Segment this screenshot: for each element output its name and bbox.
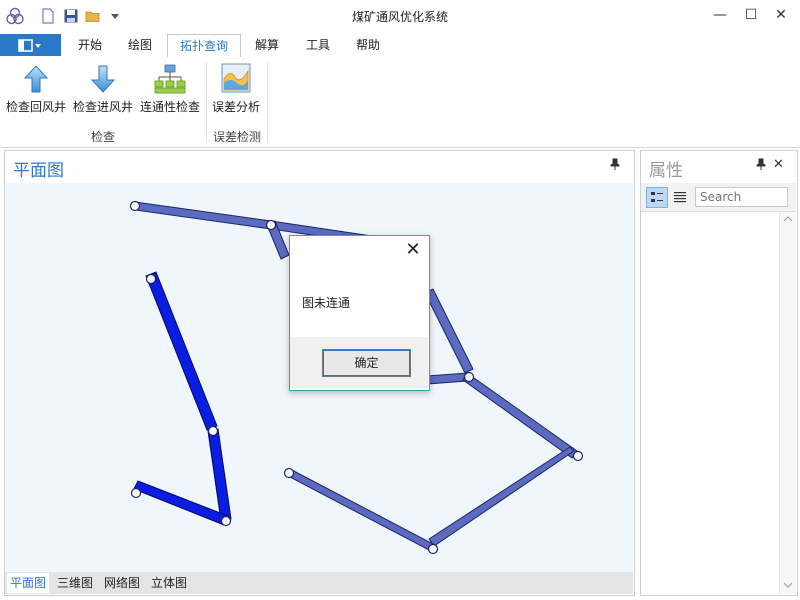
tab-start[interactable]: 开始 bbox=[68, 34, 112, 56]
pin-icon[interactable] bbox=[610, 158, 620, 173]
airway-node bbox=[207, 425, 219, 437]
group-label-check: 检查 bbox=[90, 130, 115, 144]
ok-button[interactable]: 确定 bbox=[322, 349, 411, 377]
airway-edge bbox=[424, 288, 474, 374]
properties-close-icon[interactable]: ✕ bbox=[773, 157, 784, 172]
dialog-message: 图未连通 bbox=[302, 296, 351, 310]
properties-pin-icon[interactable] bbox=[756, 158, 766, 173]
airway-node bbox=[265, 219, 277, 231]
airway-edge bbox=[462, 372, 578, 459]
arrow-up-icon bbox=[23, 65, 49, 93]
ribbon-group-divider bbox=[206, 62, 207, 142]
airway-edge bbox=[285, 468, 436, 552]
dialog-close-button[interactable]: ✕ bbox=[403, 240, 423, 260]
list-icon bbox=[674, 192, 686, 203]
plan-view-title: 平面图 bbox=[13, 161, 64, 181]
ribbon-group-divider bbox=[267, 62, 268, 142]
check-return-shaft-button[interactable]: 检查回风井 bbox=[4, 62, 68, 117]
arrow-down-icon bbox=[90, 65, 116, 93]
connectivity-check-button[interactable]: 连通性检查 bbox=[138, 62, 202, 117]
properties-title: 属性 bbox=[649, 161, 683, 181]
highlighted-airway-edge bbox=[207, 428, 232, 522]
property-search-input[interactable] bbox=[695, 187, 788, 207]
airway-node bbox=[572, 450, 584, 462]
scroll-up-icon bbox=[784, 216, 792, 222]
tab-help[interactable]: 帮助 bbox=[346, 34, 390, 56]
pin-glyph-icon bbox=[610, 158, 620, 170]
tab-topology-query[interactable]: 拓扑查询 bbox=[167, 34, 241, 58]
airway-node bbox=[130, 487, 142, 499]
airway-node bbox=[283, 467, 295, 479]
airway-node bbox=[145, 273, 157, 285]
properties-panel bbox=[640, 150, 798, 596]
error-analysis-button[interactable]: 误差分析 bbox=[209, 62, 263, 117]
categorized-icon bbox=[651, 192, 663, 202]
error-analysis-label: 误差分析 bbox=[211, 100, 260, 114]
minimize-button[interactable]: — bbox=[706, 4, 734, 26]
check-intake-shaft-label: 检查进风井 bbox=[72, 100, 133, 114]
close-button[interactable]: ✕ bbox=[767, 4, 795, 26]
tab-network-view[interactable]: 网络图 bbox=[104, 573, 140, 593]
tab-solid-view[interactable]: 立体图 bbox=[151, 573, 187, 593]
connectivity-check-label: 连通性检查 bbox=[139, 100, 200, 114]
view-tab-bar bbox=[5, 572, 633, 594]
airway-node bbox=[463, 371, 475, 383]
alphabetical-view-button[interactable] bbox=[671, 187, 691, 208]
airway-node bbox=[129, 200, 141, 212]
area-chart-icon bbox=[221, 63, 251, 93]
categorized-view-button[interactable] bbox=[646, 187, 668, 208]
scroll-down-icon bbox=[784, 582, 792, 588]
highlighted-airway-edge bbox=[133, 480, 229, 526]
properties-scrollbar[interactable] bbox=[779, 212, 796, 593]
airway-edge bbox=[134, 201, 272, 230]
network-tree-icon bbox=[154, 64, 186, 94]
window-title: 煤矿通风优化系统 bbox=[351, 10, 448, 24]
tab-3d-view[interactable]: 三维图 bbox=[57, 573, 93, 593]
file-menu-button[interactable] bbox=[0, 34, 61, 56]
maximize-button[interactable]: ☐ bbox=[737, 4, 765, 26]
pin-glyph-icon bbox=[756, 158, 766, 170]
group-label-error-detection: 误差检测 bbox=[212, 130, 261, 144]
airway-node bbox=[220, 515, 232, 527]
menu-icon bbox=[18, 39, 41, 52]
check-intake-shaft-button[interactable]: 检查进风井 bbox=[71, 62, 135, 117]
check-return-shaft-label: 检查回风井 bbox=[5, 100, 66, 114]
tab-solve[interactable]: 解算 bbox=[245, 34, 289, 56]
highlighted-airway-edge bbox=[145, 271, 218, 431]
tab-tools[interactable]: 工具 bbox=[296, 34, 340, 56]
airway-edge bbox=[428, 446, 575, 547]
tab-plan-view[interactable]: 平面图 bbox=[7, 573, 50, 593]
airway-node bbox=[427, 543, 439, 555]
tab-draw[interactable]: 绘图 bbox=[118, 34, 162, 56]
